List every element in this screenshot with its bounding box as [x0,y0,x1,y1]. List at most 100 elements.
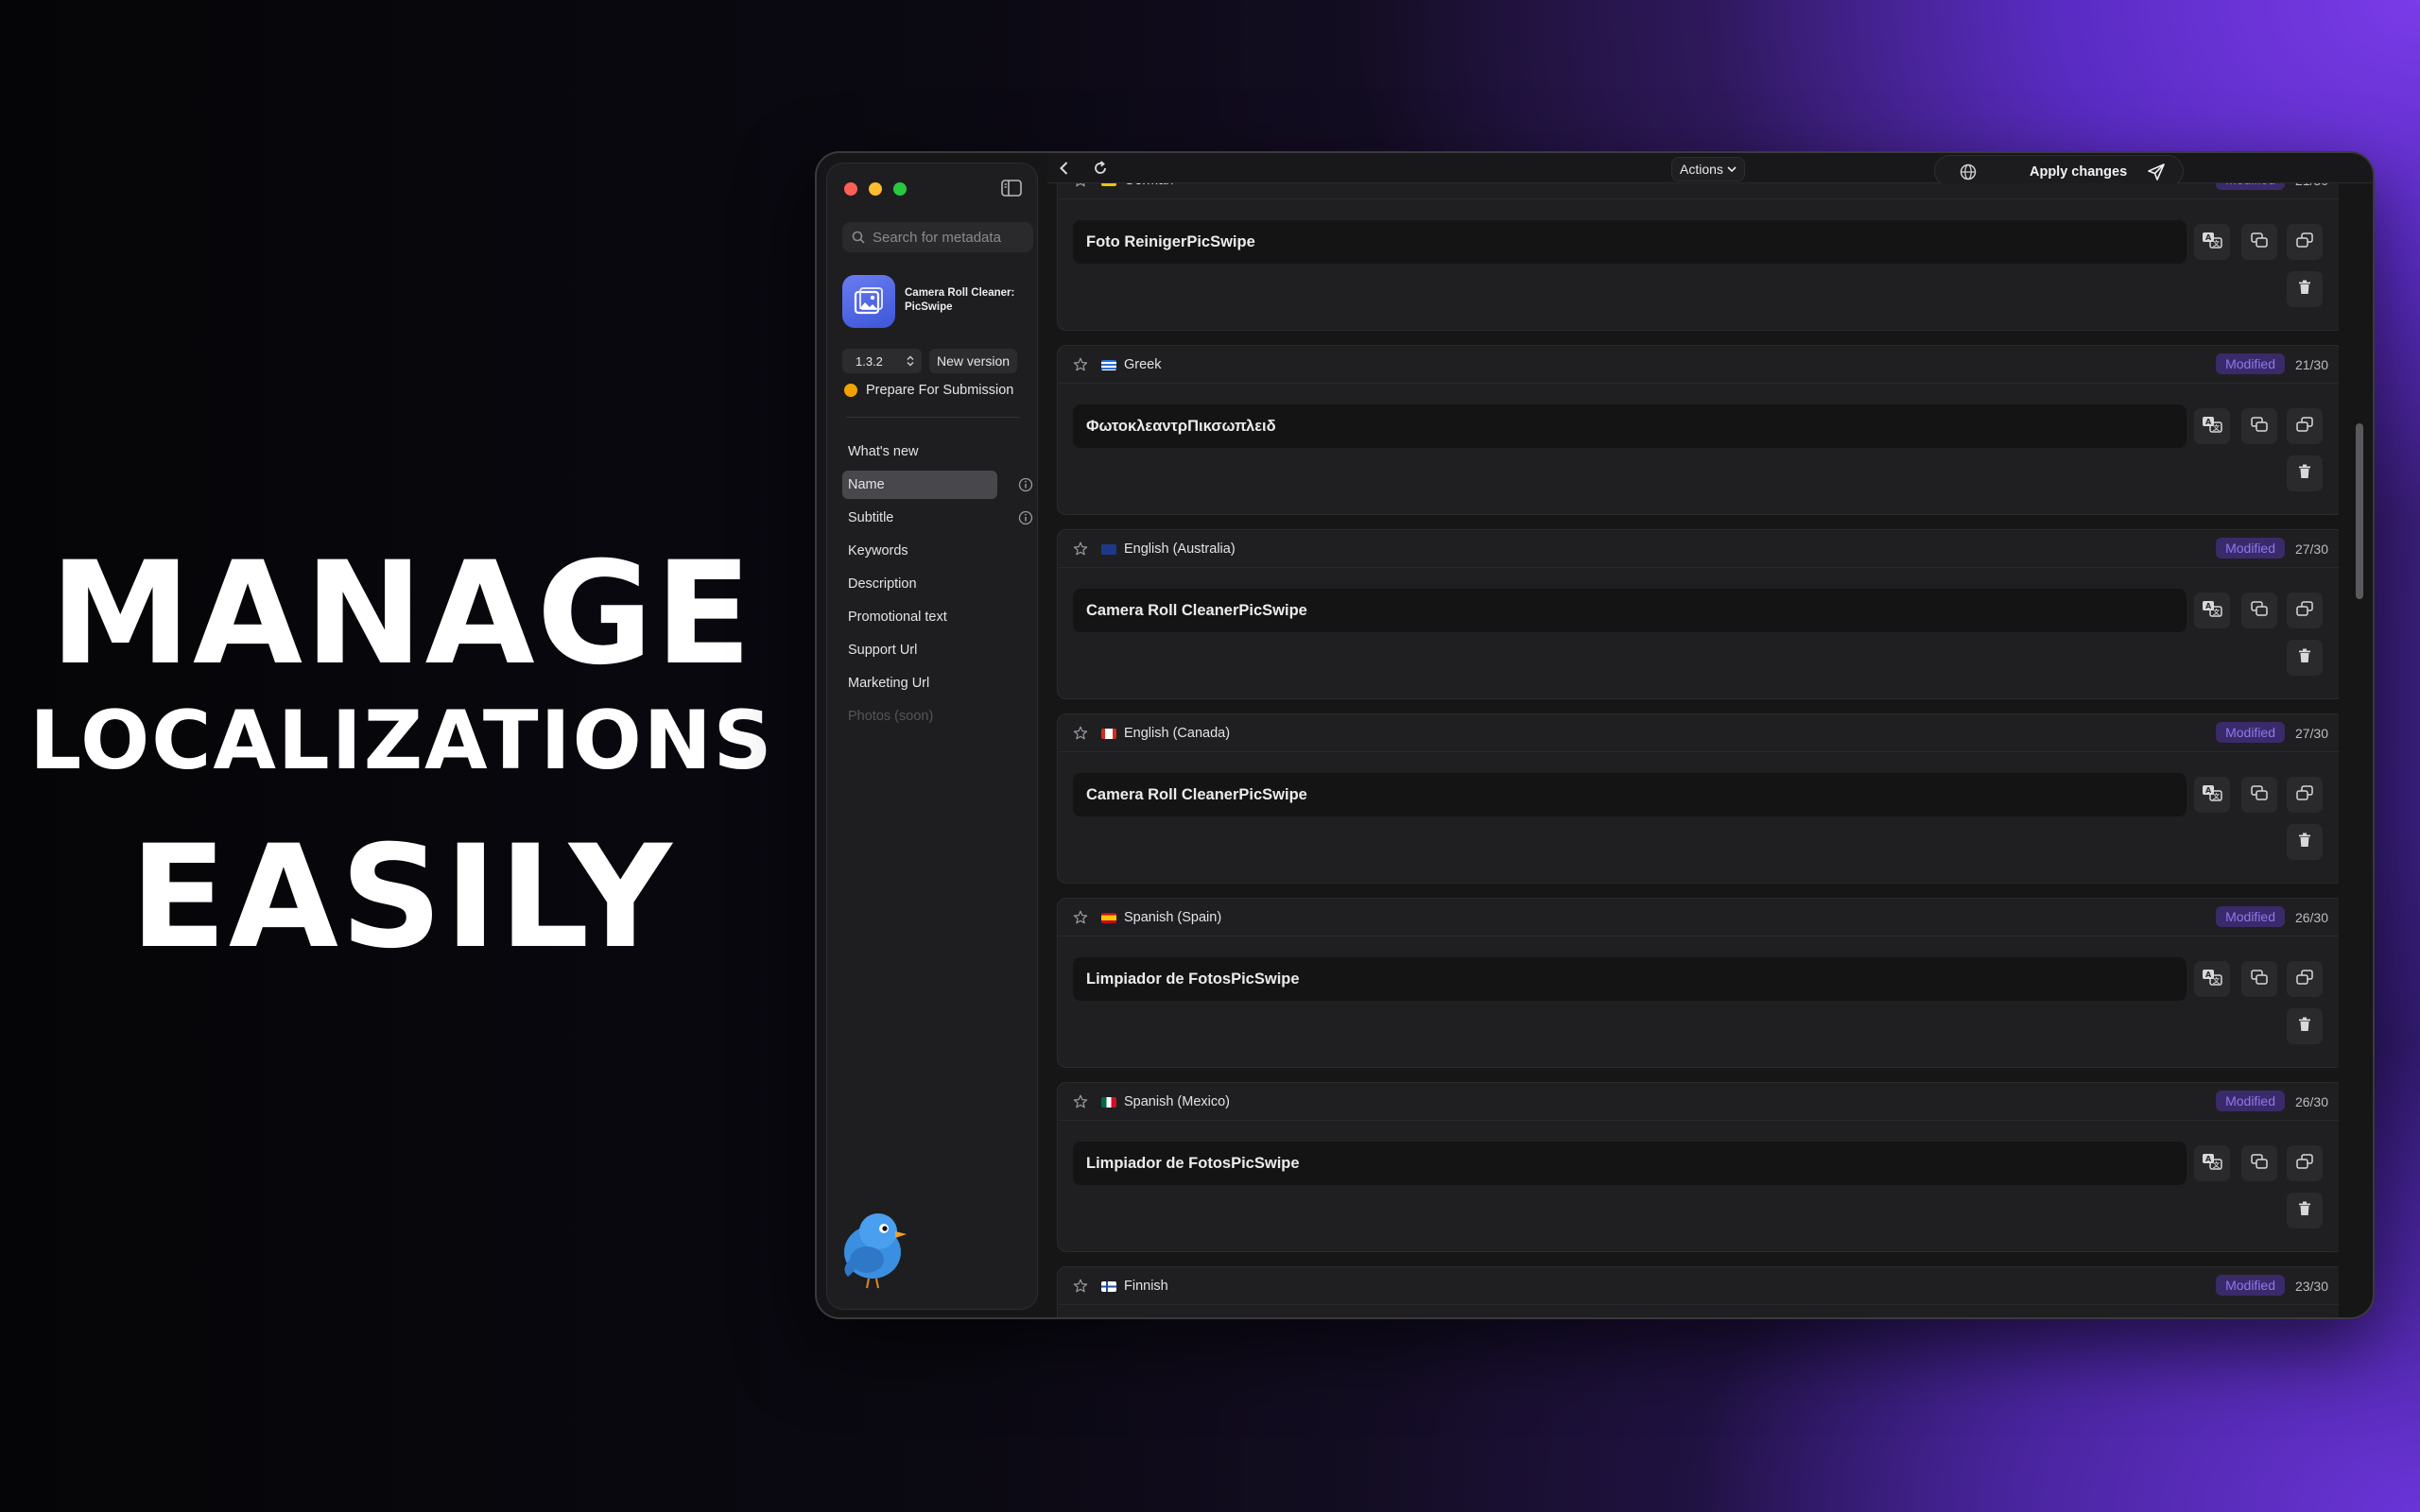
delete-button[interactable] [2287,271,2323,307]
copy-button[interactable] [2241,593,2277,628]
localization-card-header: Greek Modified 21/30 [1058,346,2339,384]
language-name: Spanish (Spain) [1124,910,1222,925]
delete-button[interactable] [2287,455,2323,491]
main-content: Actions Apply changes German Modified 21/3… [1047,153,2373,1317]
translate-icon: A文 [2202,232,2222,253]
new-version-button[interactable]: New version [929,349,1018,373]
trash-icon [2298,1017,2311,1037]
star-icon[interactable] [1073,1279,1088,1294]
translate-button[interactable]: A文 [2194,1145,2230,1181]
copy-icon [2251,969,2268,989]
sidebar-nav-item: Photos (soon) [842,702,1026,730]
status-label: Prepare For Submission [866,383,1014,398]
sidebar-nav-label: Photos (soon) [848,709,934,724]
delete-button[interactable] [2287,824,2323,860]
sidebar-nav-item[interactable]: What's new [842,438,1026,466]
name-field[interactable]: ΦωτοκλεαντρΠικσωπλειδ [1073,404,2187,448]
sidebar-nav-item[interactable]: Marketing Url [842,669,1026,697]
bird-mascot-icon [844,1213,907,1289]
apply-changes-button[interactable]: Apply changes [1934,155,2184,187]
scrollbar-thumb[interactable] [2356,423,2363,599]
sidebar-nav-item[interactable]: Promotional text [842,603,1026,631]
duplicate-button[interactable] [2287,593,2323,628]
translate-button[interactable]: A文 [2194,961,2230,997]
translate-button[interactable]: A文 [2194,408,2230,444]
apply-changes-label: Apply changes [2030,164,2128,180]
name-field[interactable]: Camera Roll CleanerPicSwipe [1073,589,2187,632]
trash-icon [2298,280,2311,300]
delete-button[interactable] [2287,1193,2323,1228]
translate-button[interactable]: A文 [2194,777,2230,813]
sidebar-nav-item[interactable]: Subtitle [842,504,1033,532]
info-icon[interactable] [1018,477,1033,492]
duplicate-button[interactable] [2287,408,2323,444]
version-row: 1.3.2 New version [842,349,1018,373]
minimize-window-button[interactable] [869,182,882,196]
star-icon[interactable] [1073,726,1088,741]
svg-text:A: A [2205,233,2212,242]
version-select[interactable]: 1.3.2 [842,349,922,373]
delete-button[interactable] [2287,640,2323,676]
window-controls [844,182,907,196]
copy-icon [2251,416,2268,437]
svg-text:文: 文 [2213,792,2221,800]
name-field[interactable]: Camera Roll CleanerPicSwipe [1073,773,2187,816]
translate-icon: A文 [2202,416,2222,438]
character-count: 23/30 [2294,1279,2328,1294]
actions-menu-button[interactable]: Actions [1671,157,1745,181]
sidebar-nav-item[interactable]: Name [842,471,1033,499]
duplicate-button[interactable] [2287,1145,2323,1181]
svg-text:文: 文 [2213,239,2221,248]
sidebar-nav-label: Promotional text [848,610,947,625]
app-card[interactable]: Camera Roll Cleaner: PicSwipe [842,275,1031,328]
sidebar-nav-item[interactable]: Support Url [842,636,1026,664]
translate-button[interactable]: A文 [2194,593,2230,628]
language-name: Greek [1124,357,1162,372]
sidebar-nav-item[interactable]: Keywords [842,537,1026,565]
translate-button[interactable]: A文 [2194,224,2230,260]
delete-button[interactable] [2287,1008,2323,1044]
info-icon[interactable] [1018,510,1033,525]
status-dot-icon [844,384,857,397]
svg-text:文: 文 [2213,1160,2221,1169]
reload-icon[interactable] [1093,161,1108,176]
sidebar-nav-label: Support Url [848,643,918,658]
sidebar-nav-item[interactable]: Description [842,570,1026,598]
app-window: Search for metadata Camera Roll Cleaner:… [815,151,2375,1319]
name-field[interactable]: Foto ReinigerPicSwipe [1073,220,2187,264]
copy-button[interactable] [2241,408,2277,444]
star-icon[interactable] [1073,357,1088,372]
star-icon[interactable] [1073,183,1088,188]
star-icon[interactable] [1073,541,1088,557]
modified-badge: Modified [2216,722,2285,743]
hero: MANAGE LOCALIZATIONS EASILY [0,0,804,1512]
name-field[interactable]: Limpiador de FotosPicSwipe [1073,957,2187,1001]
close-window-button[interactable] [844,182,857,196]
modified-badge: Modified [2216,353,2285,374]
duplicate-button[interactable] [2287,224,2323,260]
hero-headline-2: LOCALIZATIONS [29,694,774,788]
zoom-window-button[interactable] [893,182,907,196]
copy-button[interactable] [2241,1145,2277,1181]
search-input[interactable]: Search for metadata [842,222,1033,252]
scrollbar[interactable] [2354,191,2367,1306]
star-icon[interactable] [1073,910,1088,925]
globe-icon[interactable] [1960,163,1977,180]
copy-button[interactable] [2241,777,2277,813]
duplicate-icon [2296,416,2313,437]
star-icon[interactable] [1073,1094,1088,1109]
duplicate-button[interactable] [2287,961,2323,997]
sidebar-toggle-icon[interactable] [1001,180,1022,197]
duplicate-button[interactable] [2287,777,2323,813]
localization-card: Greek Modified 21/30 ΦωτοκλεαντρΠικσωπλειδ A… [1057,345,2339,515]
translate-icon: A文 [2202,784,2222,806]
greek-flag-icon [1101,360,1116,370]
app-name: Camera Roll Cleaner: PicSwipe [905,287,1015,313]
copy-button[interactable] [2241,961,2277,997]
character-count: 21/30 [2295,183,2328,188]
copy-button[interactable] [2241,224,2277,260]
localization-card: English (Australia) Modified 27/30 Camera R… [1057,529,2339,699]
language-name: Finnish [1124,1279,1168,1294]
name-field[interactable]: Limpiador de FotosPicSwipe [1073,1142,2187,1185]
back-chevron-icon[interactable] [1057,161,1072,176]
